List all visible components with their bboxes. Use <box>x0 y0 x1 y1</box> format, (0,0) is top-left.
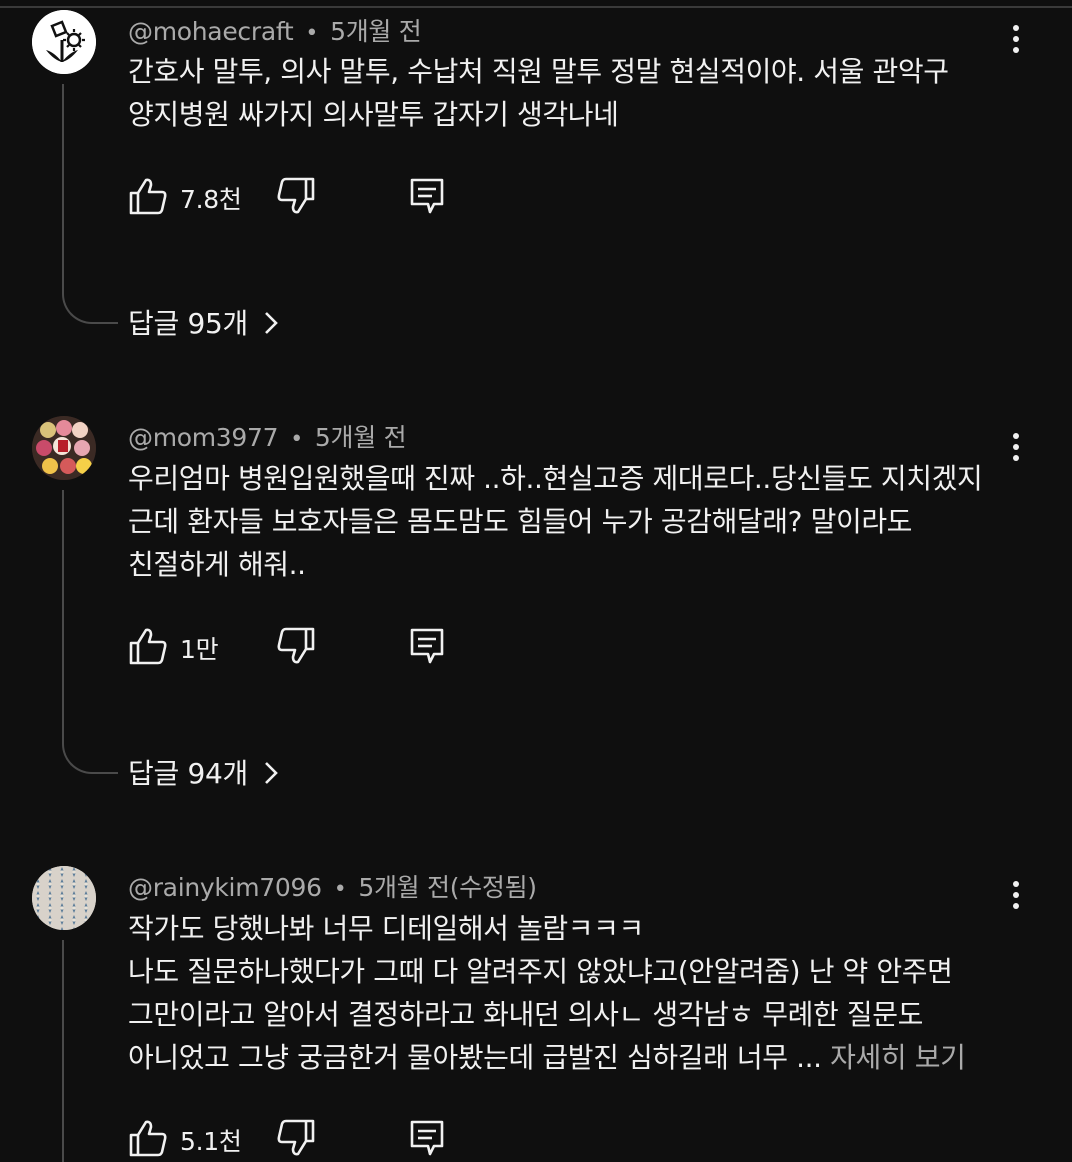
avatar[interactable] <box>32 416 96 480</box>
comment-actions: 7.8천 <box>128 176 488 220</box>
comment-text: 우리엄마 병원입원했을때 진짜 ..하..현실고증 제대로다..당신들도 지치겠… <box>128 457 1008 586</box>
comment-text: 간호사 말투, 의사 말투, 수납처 직원 말투 정말 현실적이야. 서울 관악… <box>128 50 1008 136</box>
author-handle[interactable]: @mom3977 <box>128 423 279 452</box>
comment-time[interactable]: 5개월 전 <box>315 423 407 452</box>
top-border <box>0 0 1072 8</box>
comment-time[interactable]: 5개월 전(수정됨) <box>358 873 537 902</box>
thumbs-down-icon[interactable] <box>276 1118 316 1158</box>
thread-line <box>62 84 64 290</box>
thread-line <box>62 940 64 1162</box>
read-more-link[interactable]: 자세히 보기 <box>830 1041 966 1074</box>
like-count: 1만 <box>180 635 219 664</box>
comment-time[interactable]: 5개월 전 <box>330 17 422 46</box>
replies-button[interactable]: 답글 94개 <box>128 752 280 792</box>
comment-line: 간호사 말투, 의사 말투, 수납처 직원 말투 정말 현실적이야. 서울 관악… <box>128 55 949 88</box>
thumbs-up-icon[interactable] <box>128 176 168 216</box>
replies-label: 답글 94개 <box>128 757 249 790</box>
author-handle[interactable]: @mohaecraft <box>128 17 294 46</box>
reply-icon[interactable] <box>408 1118 448 1158</box>
comment-line: 나도 질문하나했다가 그때 다 알려주지 않았냐고(안알려줌) 난 약 안주면 <box>128 955 953 988</box>
like-count: 7.8천 <box>180 185 242 214</box>
comment-line: 양지병원 싸가지 의사말투 갑자기 생각나네 <box>128 98 619 131</box>
comment-actions: 1만 <box>128 626 488 670</box>
flower-logo-icon <box>32 10 96 74</box>
avatar[interactable] <box>32 866 96 930</box>
thumbs-up-icon[interactable] <box>128 1118 168 1158</box>
cupcakes-photo-icon <box>32 416 96 480</box>
comment-meta: @mom3977 • 5개월 전 <box>128 418 407 454</box>
thread-line <box>62 490 64 740</box>
replies-label: 답글 95개 <box>128 307 249 340</box>
thread-curve <box>62 290 118 324</box>
comment-line: 근데 환자들 보호자들은 몸도맘도 힘들어 누가 공감해달래? 말이라도 <box>128 505 913 538</box>
thumbs-down-icon[interactable] <box>276 176 316 216</box>
comment-meta: @rainykim7096 • 5개월 전(수정됨) <box>128 868 537 904</box>
comment-line: 그만이라고 알아서 결정하라고 화내던 의사ㄴ 생각남ㅎ 무례한 질문도 <box>128 998 923 1031</box>
comment-line: 우리엄마 병원입원했을때 진짜 ..하..현실고증 제대로다..당신들도 지치겠… <box>128 462 983 495</box>
separator-dot: • <box>290 427 303 452</box>
pattern-avatar-icon <box>32 866 96 930</box>
comment-text: 작가도 당했나봐 너무 디테일해서 놀람ㅋㅋㅋ 나도 질문하나했다가 그때 다 … <box>128 907 1008 1079</box>
chevron-right-icon <box>265 762 278 784</box>
comment-line: 친절하게 해줘.. <box>128 548 306 581</box>
avatar[interactable] <box>32 10 96 74</box>
reply-icon[interactable] <box>408 626 448 666</box>
separator-dot: • <box>333 877 347 902</box>
replies-button[interactable]: 답글 95개 <box>128 302 280 342</box>
reply-icon[interactable] <box>408 176 448 216</box>
comment-line: 작가도 당했나봐 너무 디테일해서 놀람ㅋㅋㅋ <box>128 912 644 945</box>
thread-curve <box>62 740 118 774</box>
comment-actions: 5.1천 <box>128 1118 488 1162</box>
separator-dot: • <box>305 21 319 46</box>
thumbs-up-icon[interactable] <box>128 626 168 666</box>
author-handle[interactable]: @rainykim7096 <box>128 873 322 902</box>
thumbs-down-icon[interactable] <box>276 626 316 666</box>
chevron-right-icon <box>265 312 278 334</box>
comment-meta: @mohaecraft • 5개월 전 <box>128 12 422 48</box>
comment-line: 아니었고 그냥 궁금한거 물아봤는데 급발진 심하길래 너무 ... 자세히 보… <box>128 1036 1008 1079</box>
comment-line-text: 아니었고 그냥 궁금한거 물아봤는데 급발진 심하길래 너무 ... <box>128 1041 831 1074</box>
like-count: 5.1천 <box>180 1127 242 1156</box>
